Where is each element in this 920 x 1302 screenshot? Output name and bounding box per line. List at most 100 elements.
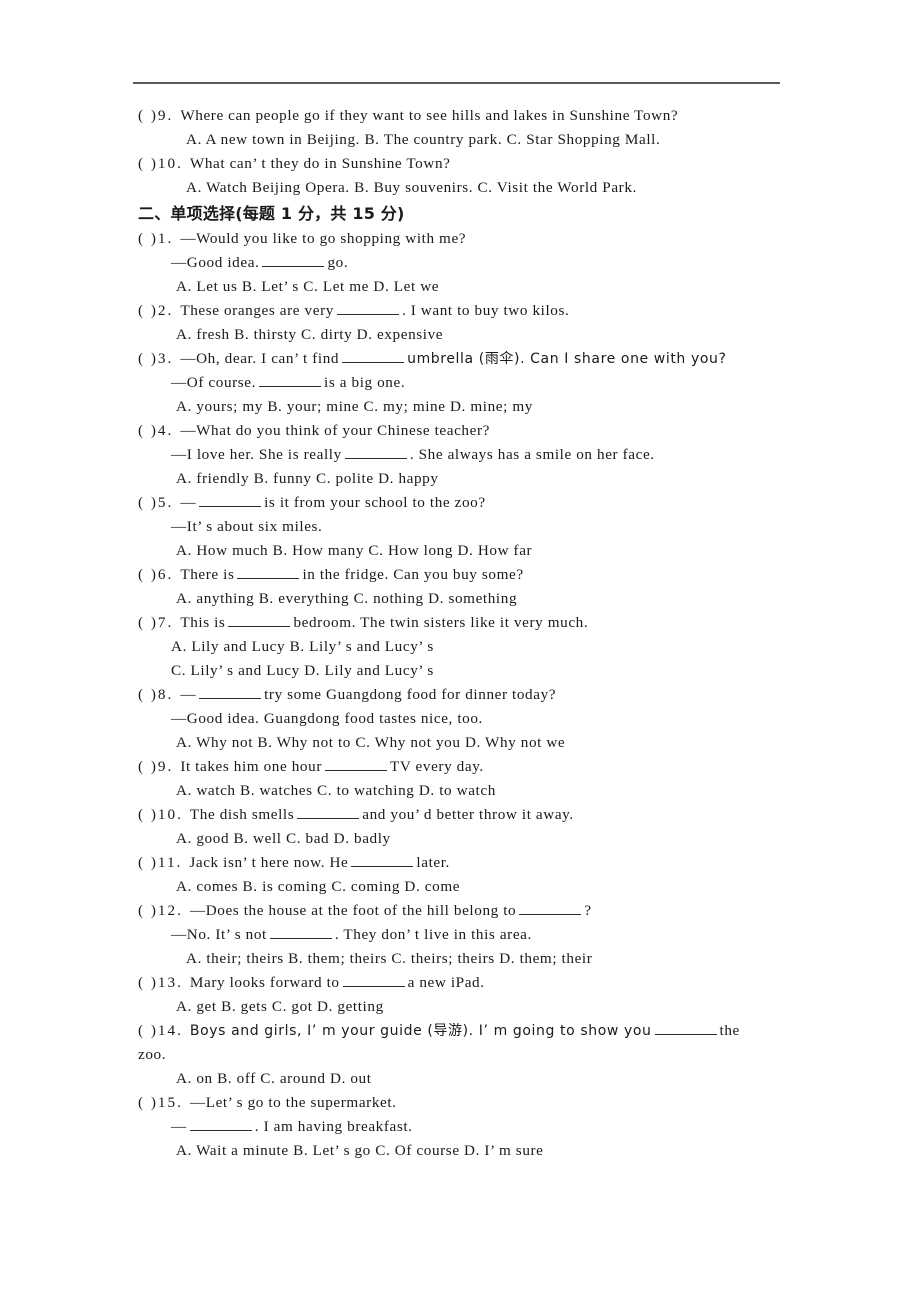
mc-q2-stem-pre: These oranges are very — [180, 302, 334, 319]
mc-q13-options[interactable]: A. get B. gets C. got D. getting — [138, 995, 790, 1019]
mc-q6-blank[interactable] — [237, 565, 300, 579]
mc-q6-options[interactable]: A. anything B. everything C. nothing D. … — [138, 587, 790, 611]
answer-bracket-14[interactable]: ( )14. — [138, 1022, 183, 1039]
mc-q9-stem-pre: It takes him one hour — [180, 758, 322, 775]
mc-q13-blank[interactable] — [342, 973, 405, 987]
mc-q1-blank[interactable] — [262, 253, 325, 267]
mc-q6-stem-post: in the fridge. Can you buy some? — [302, 566, 524, 583]
mc-q3-reply-pre: —Of course. — [171, 374, 257, 391]
mc-q3-stem: ( )3. —Oh, dear. I can’ t find umbrella (雨… — [138, 347, 790, 371]
reading-q10-options[interactable]: A. Watch Beijing Opera. B. Buy souvenirs… — [138, 176, 790, 200]
mc-q14-stem-pre: Boys and girls, I’ m your guide (导游). I’… — [189, 1023, 652, 1039]
mc-q7-options-row1[interactable]: A. Lily and Lucy B. Lily’ s and Lucy’ s — [138, 635, 790, 659]
answer-bracket-10[interactable]: ( )10. — [138, 806, 183, 823]
answer-bracket-9[interactable]: ( )9. — [138, 758, 173, 775]
mc-q4-stem: ( )4. —What do you think of your Chinese … — [138, 419, 790, 443]
mc-q12-options[interactable]: A. their; theirs B. them; theirs C. thei… — [138, 947, 790, 971]
mc-q15-reply-pre: — — [171, 1118, 187, 1135]
mc-q6-stem-pre: There is — [180, 566, 235, 583]
mc-q1-reply-post: go. — [327, 254, 349, 271]
answer-bracket-11[interactable]: ( )11. — [138, 854, 182, 871]
answer-bracket-8[interactable]: ( )8. — [138, 686, 173, 703]
mc-q15-stem: ( )15. —Let’ s go to the supermarket. — [138, 1091, 790, 1115]
mc-q15-blank[interactable] — [189, 1117, 252, 1131]
mc-q4-options[interactable]: A. friendly B. funny C. polite D. happy — [138, 467, 790, 491]
answer-bracket-5[interactable]: ( )5. — [138, 494, 173, 511]
mc-q11-options[interactable]: A. comes B. is coming C. coming D. come — [138, 875, 790, 899]
answer-bracket-12[interactable]: ( )12. — [138, 902, 183, 919]
answer-bracket-3[interactable]: ( )3. — [138, 350, 173, 367]
mc-q13-stem-post: a new iPad. — [407, 974, 485, 991]
mc-q10-stem-pre: The dish smells — [189, 806, 295, 823]
exam-page: ( )9. Where can people go if they want to… — [0, 0, 920, 1302]
reading-q10-stem-text: What can’ t they do in Sunshine Town? — [189, 155, 451, 172]
mc-q7-options-row2[interactable]: C. Lily’ s and Lucy D. Lily and Lucy’ s — [138, 659, 790, 683]
answer-bracket-1[interactable]: ( )1. — [138, 230, 173, 247]
mc-q15-options[interactable]: A. Wait a minute B. Let’ s go C. Of cour… — [138, 1139, 790, 1163]
mc-q12-stem-pre: —Does the house at the foot of the hill … — [189, 902, 517, 919]
mc-q3-reply-post: is a big one. — [324, 374, 406, 391]
mc-q5-options[interactable]: A. How much B. How many C. How long D. H… — [138, 539, 790, 563]
mc-q5-reply: —It’ s about six miles. — [171, 518, 323, 535]
answer-bracket-15[interactable]: ( )15. — [138, 1094, 183, 1111]
mc-q5-blank[interactable] — [199, 493, 262, 507]
mc-q1-stem: ( )1. —Would you like to go shopping with… — [138, 227, 790, 251]
mc-q14-blank[interactable] — [654, 1021, 717, 1035]
mc-q13-stem-pre: Mary looks forward to — [189, 974, 340, 991]
answer-bracket-13[interactable]: ( )13. — [138, 974, 183, 991]
mc-q11-stem-post: later. — [416, 854, 450, 871]
mc-q8-reply: —Good idea. Guangdong food tastes nice, … — [171, 710, 483, 727]
mc-q10-stem-post: and you’ d better throw it away. — [362, 806, 574, 823]
reading-q9-stem-text: Where can people go if they want to see … — [180, 107, 679, 124]
mc-q10-blank[interactable] — [297, 805, 360, 819]
mc-q12-reply-pre: —No. It’ s not — [171, 926, 267, 943]
mc-q14-stem-post: the — [719, 1022, 740, 1039]
mc-q1-reply: —Good idea. go. — [138, 251, 790, 275]
mc-q4-stem-text: —What do you think of your Chinese teach… — [180, 422, 490, 439]
mc-q12-blank[interactable] — [519, 901, 582, 915]
mc-q8-options[interactable]: A. Why not B. Why not to C. Why not you … — [138, 731, 790, 755]
mc-q3-blank[interactable] — [342, 349, 405, 363]
mc-q8-blank[interactable] — [199, 685, 262, 699]
mc-q12-blank-2[interactable] — [269, 925, 332, 939]
mc-q5-stem-post: is it from your school to the zoo? — [264, 494, 486, 511]
mc-q3-stem-pre: —Oh, dear. I can’ t find — [180, 350, 340, 367]
mc-q4-reply: —I love her. She is really . She always h… — [138, 443, 790, 467]
mc-q1-options[interactable]: A. Let us B. Let’ s C. Let me D. Let we — [138, 275, 790, 299]
mc-q12-reply-post: . They don’ t live in this area. — [334, 926, 532, 943]
mc-q5-stem: ( )5. — is it from your school to the zoo? — [138, 491, 790, 515]
reading-q9-options[interactable]: A. A new town in Beijing. B. The country… — [138, 128, 790, 152]
mc-q4-blank[interactable] — [344, 445, 407, 459]
mc-q7-stem-post: bedroom. The twin sisters like it very m… — [293, 614, 589, 631]
mc-q11-blank[interactable] — [351, 853, 414, 867]
answer-bracket-q10[interactable]: ( )10. — [138, 155, 183, 172]
mc-q9-options[interactable]: A. watch B. watches C. to watching D. to… — [138, 779, 790, 803]
mc-q4-reply-post: . She always has a smile on her face. — [409, 446, 655, 463]
mc-q10-stem: ( )10. The dish smells and you’ d better t… — [138, 803, 790, 827]
mc-q2-blank[interactable] — [336, 301, 399, 315]
mc-q14-stem-wrap: zoo. — [138, 1046, 167, 1063]
mc-q3-options[interactable]: A. yours; my B. your; mine C. my; mine D… — [138, 395, 790, 419]
mc-q11-stem: ( )11. Jack isn’ t here now. He later. — [138, 851, 790, 875]
mc-q3-blank-2[interactable] — [259, 373, 322, 387]
mc-q2-stem-post: . I want to buy two kilos. — [401, 302, 570, 319]
mc-q9-blank[interactable] — [324, 757, 387, 771]
answer-bracket-q9[interactable]: ( )9. — [138, 107, 173, 124]
answer-bracket-4[interactable]: ( )4. — [138, 422, 173, 439]
answer-bracket-2[interactable]: ( )2. — [138, 302, 173, 319]
mc-q10-options[interactable]: A. good B. well C. bad D. badly — [138, 827, 790, 851]
mc-q7-stem-pre: This is — [180, 614, 226, 631]
mc-q2-options[interactable]: A. fresh B. thirsty C. dirty D. expensiv… — [138, 323, 790, 347]
reading-q9-stem: ( )9. Where can people go if they want to… — [138, 104, 790, 128]
mc-q9-stem: ( )9. It takes him one hour TV every day. — [138, 755, 790, 779]
mc-q11-stem-pre: Jack isn’ t here now. He — [189, 854, 349, 871]
mc-q7-blank[interactable] — [228, 613, 291, 627]
page-header — [0, 0, 920, 92]
section-heading-multiple-choice: 二、单项选择(每题 1 分，共 15 分) — [138, 204, 405, 223]
answer-bracket-7[interactable]: ( )7. — [138, 614, 173, 631]
mc-q9-stem-post: TV every day. — [389, 758, 484, 775]
mc-q14-options[interactable]: A. on B. off C. around D. out — [138, 1067, 790, 1091]
mc-q3-stem-post: umbrella (雨伞). Can I share one with you? — [407, 351, 727, 367]
answer-bracket-6[interactable]: ( )6. — [138, 566, 173, 583]
exam-body: ( )9. Where can people go if they want to… — [138, 104, 790, 1163]
